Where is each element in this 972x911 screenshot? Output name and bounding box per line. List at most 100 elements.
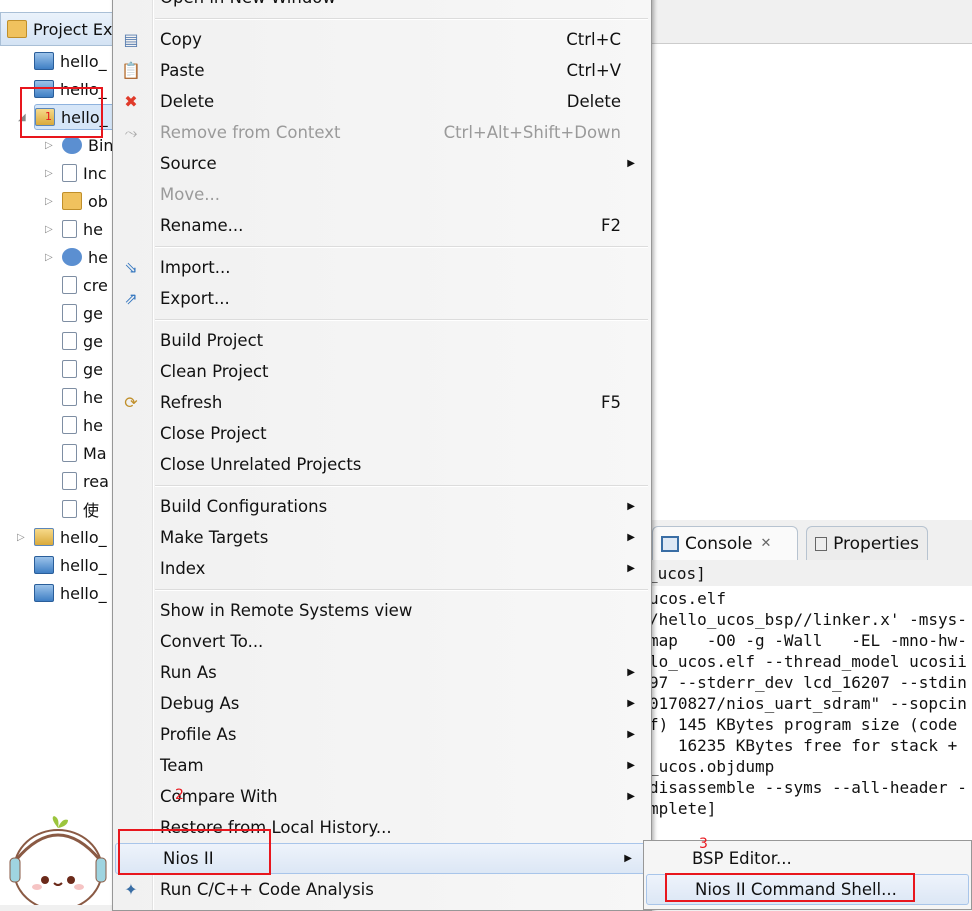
menu-item-label: Run As [160,663,217,682]
c-project-icon [34,528,54,546]
menu-item-paste[interactable]: 📋 Paste Ctrl+V [113,55,651,86]
tab-properties[interactable]: Properties [806,526,928,560]
tree-item[interactable]: 使 [62,496,99,522]
tree-item[interactable]: he [62,412,103,438]
collapsed-twisty-icon[interactable]: ▷ [45,140,53,151]
collapsed-twisty-icon[interactable]: ▷ [45,252,53,263]
menu-item-debug-as[interactable]: Debug As ▶ [113,688,651,719]
menu-item-profile-as[interactable]: Profile As ▶ [113,719,651,750]
menu-item-close-unrelated-projects[interactable]: Close Unrelated Projects [113,449,651,480]
tree-item[interactable]: ge [62,328,103,354]
bug-icon [62,248,82,266]
tree-item[interactable]: he [62,384,103,410]
menu-item-label: Convert To... [160,632,264,651]
tree-item[interactable]: ▷ he [45,216,103,242]
menu-item-label: Move... [160,185,220,204]
makefile-icon [62,444,77,462]
menu-item-label: Open in New Window [160,0,621,7]
menu-item-export[interactable]: ⇗ Export... [113,283,651,314]
menu-item-remove-from-context: ⤳ Remove from Context Ctrl+Alt+Shift+Down [113,117,651,148]
menu-item-build-configurations[interactable]: Build Configurations ▶ [113,491,651,522]
menu-item-label: Copy [160,30,202,49]
console-line: 16235 KBytes free for stack + [649,736,958,755]
tree-item[interactable]: hello_ [34,552,107,578]
menu-separator [113,584,651,595]
submenu-arrow-icon: ▶ [627,563,635,574]
tree-item[interactable]: ▷ Inc [45,160,107,186]
tree-item-label: he [83,387,103,407]
menu-item-label: Refresh [160,393,223,412]
submenu-arrow-icon: ▶ [627,667,635,678]
import-icon: ⇘ [124,257,138,277]
file-icon [62,388,77,406]
tree-item-label: he [88,247,108,267]
menu-item-label: Run C/C++ Code Analysis [160,880,374,899]
menu-item-delete[interactable]: ✖ Delete Delete [113,86,651,117]
tree-item[interactable]: ge [62,356,103,382]
menu-item-import[interactable]: ⇘ Import... [113,252,651,283]
code-analysis-icon: ✦ [124,879,138,899]
console-line: _ucos.objdump [649,757,775,776]
tree-item[interactable]: cre [62,272,108,298]
tree-item[interactable]: hello_ [34,48,107,74]
includes-icon [62,164,77,182]
tab-console[interactable]: Console ✕ [652,526,798,560]
tree-item[interactable]: ▷ he [45,244,108,270]
console-title: _ucos] [640,564,972,586]
menu-item-label: Close Unrelated Projects [160,455,362,474]
menu-item-run-c-c-code-analysis[interactable]: ✦ Run C/C++ Code Analysis [113,874,651,905]
menu-item-shortcut: Delete [566,92,621,111]
menu-item-make-targets[interactable]: Make Targets ▶ [113,522,651,553]
tree-item-label: he [83,415,103,435]
menu-item-copy[interactable]: ▤ Copy Ctrl+C [113,24,651,55]
menu-item-refresh[interactable]: ⟳ Refresh F5 [113,387,651,418]
menu-item-clean-project[interactable]: Clean Project [113,356,651,387]
collapsed-twisty-icon[interactable]: ▷ [45,224,53,235]
tree-item[interactable]: rea [62,468,109,494]
annotation-number-3: 3 [699,836,708,852]
tree-item-label: ge [83,303,103,323]
menu-item-label: Paste [160,61,205,80]
tree-item[interactable]: Ma [62,440,107,466]
menu-item-label: Team [160,756,204,775]
console-line: mplete] [649,799,717,818]
close-icon[interactable]: ✕ [761,536,772,551]
refresh-icon: ⟳ [124,392,138,412]
annotation-box-1 [20,87,103,138]
menu-item-source[interactable]: Source ▶ [113,148,651,179]
collapsed-twisty-icon[interactable]: ▷ [45,196,53,207]
menu-item-run-as[interactable]: Run As ▶ [113,657,651,688]
editor-toolbar [650,0,972,44]
project-explorer-tab[interactable]: Project Ex [0,12,118,46]
menu-item-index[interactable]: Index ▶ [113,553,651,584]
menu-item-bsp-editor[interactable]: BSP Editor... [644,843,971,874]
console-line: f) 145 KBytes program size (code [649,715,958,734]
menu-item-close-project[interactable]: Close Project [113,418,651,449]
menu-separator [113,13,651,24]
collapsed-twisty-icon[interactable]: ▷ [17,532,25,543]
project-folder-icon [34,52,54,70]
console-line: lo_ucos.elf --thread_model ucosii [649,652,967,671]
menu-item-compare-with[interactable]: Compare With ▶ [113,781,651,812]
submenu-arrow-icon: ▶ [627,158,635,169]
console-line: 97 --stderr_dev lcd_16207 --stdin [649,673,967,692]
menu-item-team[interactable]: Team ▶ [113,750,651,781]
tree-item-label: 使 [83,501,100,520]
tree-item[interactable]: hello_ [34,580,107,606]
menu-item-build-project[interactable]: Build Project [113,325,651,356]
submenu-arrow-icon: ▶ [627,532,635,543]
tree-item[interactable]: ▷ ob [45,188,108,214]
menu-item-label: BSP Editor... [692,849,792,868]
tree-item-label: hello_ [60,51,107,71]
tree-item-label: ge [83,331,103,351]
collapsed-twisty-icon[interactable]: ▷ [45,168,53,179]
console-line: map -O0 -g -Wall -EL -mno-hw- [649,631,967,650]
annotation-box-2 [118,829,271,875]
menu-item-rename[interactable]: Rename... F2 [113,210,651,241]
tree-item[interactable]: ▷ hello_ [17,524,107,550]
menu-item-shortcut: F2 [601,216,621,235]
menu-item-show-in-remote-systems-view[interactable]: Show in Remote Systems view [113,595,651,626]
tree-item[interactable]: ge [62,300,103,326]
menu-item-convert-to[interactable]: Convert To... [113,626,651,657]
menu-item-open-in-new-window[interactable]: Open in New Window [113,0,651,13]
